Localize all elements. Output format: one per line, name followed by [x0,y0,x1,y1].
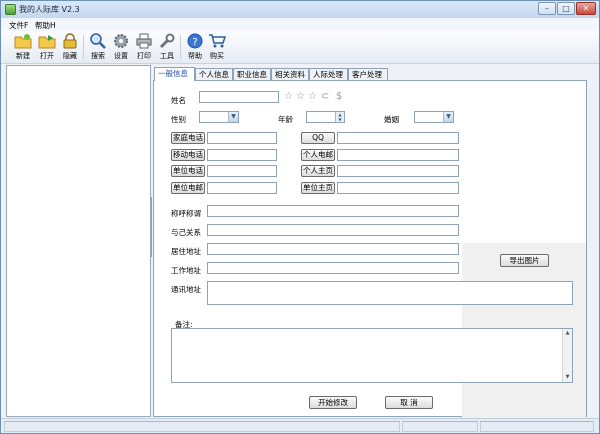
start-edit-button[interactable]: 开始修改 [309,396,357,409]
contact-tree-pane[interactable] [6,65,151,417]
cancel-button[interactable]: 取 消 [385,396,433,409]
mobile-phone-input[interactable] [207,149,277,161]
work-homepage-input[interactable] [337,182,459,194]
qq-button[interactable]: QQ [301,132,335,144]
link-icon[interactable]: ⊂ [321,92,329,102]
tab-personal-info[interactable]: 个人信息 [195,68,233,80]
contact-address-label: 通讯地址 [171,285,201,294]
new-folder-icon [14,34,32,49]
search-button[interactable]: 搜索 [86,33,110,63]
work-phone-input[interactable] [207,165,277,177]
personal-homepage-button[interactable]: 个人主页 [301,165,335,177]
tab-general-info[interactable]: 一般信息 [154,67,195,81]
chevron-down-icon: ▼ [228,112,238,122]
hide-button[interactable]: 隐藏 [58,33,82,63]
work-email-button[interactable]: 单位电邮 [171,182,205,194]
open-folder-icon [38,35,56,49]
buy-button[interactable]: 购买 [205,33,229,63]
title-label: 称呼称谓 [171,209,201,218]
lock-icon [63,33,77,49]
work-homepage-button[interactable]: 单位主页 [301,182,335,194]
scroll-up-icon[interactable]: ▲ [563,329,572,338]
menu-help[interactable]: 帮助H [35,20,56,31]
new-button[interactable]: 新建 [11,33,35,63]
cart-icon [209,34,226,48]
name-input[interactable] [199,91,279,103]
notes-scrollbar[interactable]: ▲ ▼ [562,329,572,382]
printer-icon [136,33,152,49]
status-segment [4,421,400,432]
spin-arrows-icon: ▲ ▼ [335,112,344,122]
age-label: 年龄 [278,115,293,124]
menu-bar: 文件F 帮助H [1,18,599,31]
age-stepper[interactable]: ▲ ▼ [306,111,345,123]
status-segment [402,421,478,432]
relation-input[interactable] [207,224,459,236]
minimize-button[interactable]: – [538,2,556,15]
title-bar: 我的人际库 V2.3 – □ ✕ [1,1,599,18]
work-address-input[interactable] [207,262,459,274]
scroll-down-icon[interactable]: ▼ [563,373,572,382]
gear-icon [114,34,128,48]
gender-select[interactable]: ▼ [199,111,239,123]
home-address-label: 居住地址 [171,247,201,256]
chevron-down-icon: ▼ [443,112,453,122]
contact-address-input[interactable] [207,281,573,305]
star-icon[interactable]: ☆ [296,92,305,102]
gender-label: 性别 [171,115,186,124]
home-phone-button[interactable]: 家庭电话 [171,132,205,144]
relation-label: 与己关系 [171,228,201,237]
title-input[interactable] [207,205,459,217]
work-address-label: 工作地址 [171,266,201,275]
toolbar-separator [83,35,84,59]
close-button[interactable]: ✕ [576,2,596,15]
tab-relationship[interactable]: 人际处理 [309,68,348,80]
status-segment [480,421,594,432]
svg-text:?: ? [192,37,197,48]
personal-homepage-input[interactable] [337,165,459,177]
home-address-input[interactable] [207,243,459,255]
marriage-label: 婚姻 [384,115,399,124]
personal-email-input[interactable] [337,149,459,161]
notes-textarea[interactable]: ▲ ▼ [171,328,573,383]
maximize-button[interactable]: □ [557,2,575,15]
tab-career-info[interactable]: 职业信息 [233,68,271,80]
tab-related-docs[interactable]: 相关资料 [271,68,309,80]
export-image-button[interactable]: 导出图片 [500,254,549,267]
status-bar [1,418,599,433]
qq-input[interactable] [337,132,459,144]
home-phone-input[interactable] [207,132,277,144]
help-icon: ? [187,33,203,49]
tools-button[interactable]: 工具 [155,33,179,63]
work-email-input[interactable] [207,182,277,194]
mobile-phone-button[interactable]: 移动电话 [171,149,205,161]
toolbar: 新建 打开 隐藏 搜索 设置 打印 工具 ? 帮助 购买 [1,31,599,64]
window-title: 我的人际库 V2.3 [19,5,80,14]
wrench-icon [159,33,175,49]
name-label: 姓名 [171,96,186,105]
settings-button[interactable]: 设置 [109,33,133,63]
star-icon[interactable]: ☆ [308,92,317,102]
personal-email-button[interactable]: 个人电邮 [301,149,335,161]
menu-file[interactable]: 文件F [9,20,28,31]
star-icon[interactable]: ☆ [284,92,293,102]
app-icon [5,4,16,15]
toolbar-separator [180,35,181,59]
tab-customer[interactable]: 客户处理 [348,68,388,80]
dollar-icon[interactable]: $ [336,92,342,102]
open-button[interactable]: 打开 [35,33,59,63]
print-button[interactable]: 打印 [132,33,156,63]
work-phone-button[interactable]: 单位电话 [171,165,205,177]
marriage-select[interactable]: ▼ [414,111,454,123]
app-window: 我的人际库 V2.3 – □ ✕ 文件F 帮助H 新建 打开 隐藏 搜索 设置 [0,0,600,434]
help-button[interactable]: ? 帮助 [183,33,207,63]
search-icon [90,33,106,49]
